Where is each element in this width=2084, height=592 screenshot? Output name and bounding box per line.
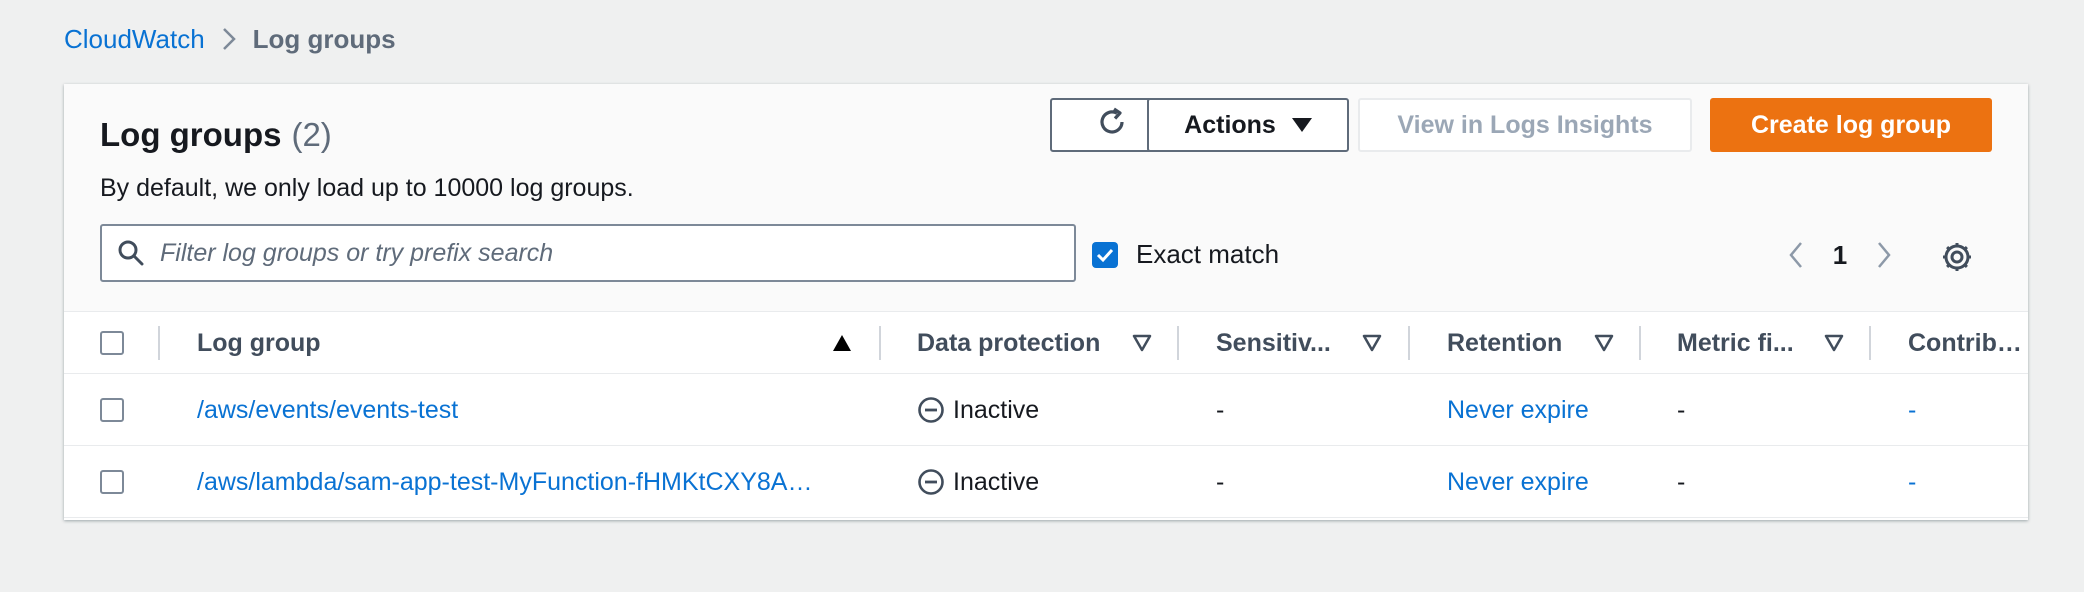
actions-dropdown-button[interactable]: Actions <box>1147 98 1349 152</box>
metric-filters-cell: - <box>1677 467 1686 496</box>
column-divider <box>1408 326 1410 360</box>
chevron-right-icon <box>205 22 253 56</box>
sensitive-data-cell: - <box>1216 395 1225 424</box>
inactive-status-icon <box>917 396 945 424</box>
gear-icon[interactable] <box>1934 234 1980 280</box>
caret-down-icon <box>1291 118 1312 132</box>
column-header-data-protection[interactable]: Data protection <box>917 312 1127 374</box>
table-row: /aws/events/events-test Inactive - Never… <box>64 374 2028 446</box>
data-protection-cell: Inactive <box>917 446 1039 518</box>
log-groups-panel: Log groups (2) By default, we only load … <box>64 84 2028 520</box>
row-checkbox[interactable] <box>100 470 124 494</box>
row-select-cell <box>100 374 124 446</box>
sort-icon[interactable] <box>1132 334 1152 352</box>
actions-label: Actions <box>1184 110 1276 139</box>
column-divider <box>158 326 160 360</box>
filter-input[interactable] <box>160 228 1060 278</box>
page-title: Log groups (2) <box>100 116 332 154</box>
sort-icon[interactable] <box>1824 334 1844 352</box>
column-divider <box>1177 326 1179 360</box>
panel-header: Log groups (2) By default, we only load … <box>64 84 2028 312</box>
row-checkbox[interactable] <box>100 398 124 422</box>
column-divider <box>1869 326 1871 360</box>
table-header: Log group Data protection Sensitiv... Re… <box>64 312 2028 374</box>
log-group-link[interactable]: /aws/events/events-test <box>197 374 458 446</box>
column-header-retention[interactable]: Retention <box>1447 312 1597 374</box>
view-in-logs-insights-button[interactable]: View in Logs Insights <box>1358 98 1692 152</box>
next-page-button[interactable] <box>1860 232 1908 278</box>
sort-icon[interactable] <box>1594 334 1614 352</box>
search-icon <box>102 226 160 280</box>
pagination: 1 <box>1772 232 1908 278</box>
inactive-status-icon <box>917 468 945 496</box>
sort-ascending-icon[interactable] <box>832 334 852 352</box>
data-protection-status: Inactive <box>953 395 1040 424</box>
create-log-group-button[interactable]: Create log group <box>1710 98 1992 152</box>
exact-match-toggle[interactable]: Exact match <box>1092 239 1279 270</box>
column-header-contributor-insights[interactable]: Contribu... <box>1908 312 2028 374</box>
panel-description: By default, we only load up to 10000 log… <box>100 174 634 202</box>
column-header-log-group[interactable]: Log group <box>197 312 527 374</box>
select-all-cell <box>100 312 124 374</box>
data-protection-cell: Inactive <box>917 374 1039 446</box>
log-group-count: (2) <box>291 116 332 153</box>
column-header-metric-filters[interactable]: Metric fi... <box>1677 312 1807 374</box>
table-row: /aws/lambda/sam-app-test-MyFunction-fHMK… <box>64 446 2028 518</box>
column-divider <box>879 326 881 360</box>
contributor-insights-link[interactable]: - <box>1908 374 1916 446</box>
column-divider <box>1639 326 1641 360</box>
page-title-text: Log groups <box>100 116 282 153</box>
retention-link[interactable]: Never expire <box>1447 374 1589 446</box>
sort-icon[interactable] <box>1362 334 1382 352</box>
data-protection-status: Inactive <box>953 467 1040 496</box>
sensitive-data-cell: - <box>1216 467 1225 496</box>
refresh-icon <box>1095 105 1129 146</box>
breadcrumb: CloudWatch Log groups <box>64 22 396 56</box>
retention-link[interactable]: Never expire <box>1447 446 1589 518</box>
breadcrumb-cloudwatch-link[interactable]: CloudWatch <box>64 24 205 55</box>
filter-search-box <box>100 224 1076 282</box>
select-all-checkbox[interactable] <box>100 331 124 355</box>
exact-match-label: Exact match <box>1136 239 1280 269</box>
contributor-insights-link[interactable]: - <box>1908 446 1916 518</box>
breadcrumb-current: Log groups <box>252 23 396 54</box>
column-header-sensitive-data[interactable]: Sensitiv... <box>1216 312 1356 374</box>
exact-match-checkbox[interactable] <box>1092 241 1118 268</box>
current-page-number[interactable]: 1 <box>1820 240 1860 271</box>
row-select-cell <box>100 446 124 518</box>
previous-page-button[interactable] <box>1772 232 1820 278</box>
log-group-link[interactable]: /aws/lambda/sam-app-test-MyFunction-fHMK… <box>197 446 812 518</box>
metric-filters-cell: - <box>1677 395 1686 424</box>
